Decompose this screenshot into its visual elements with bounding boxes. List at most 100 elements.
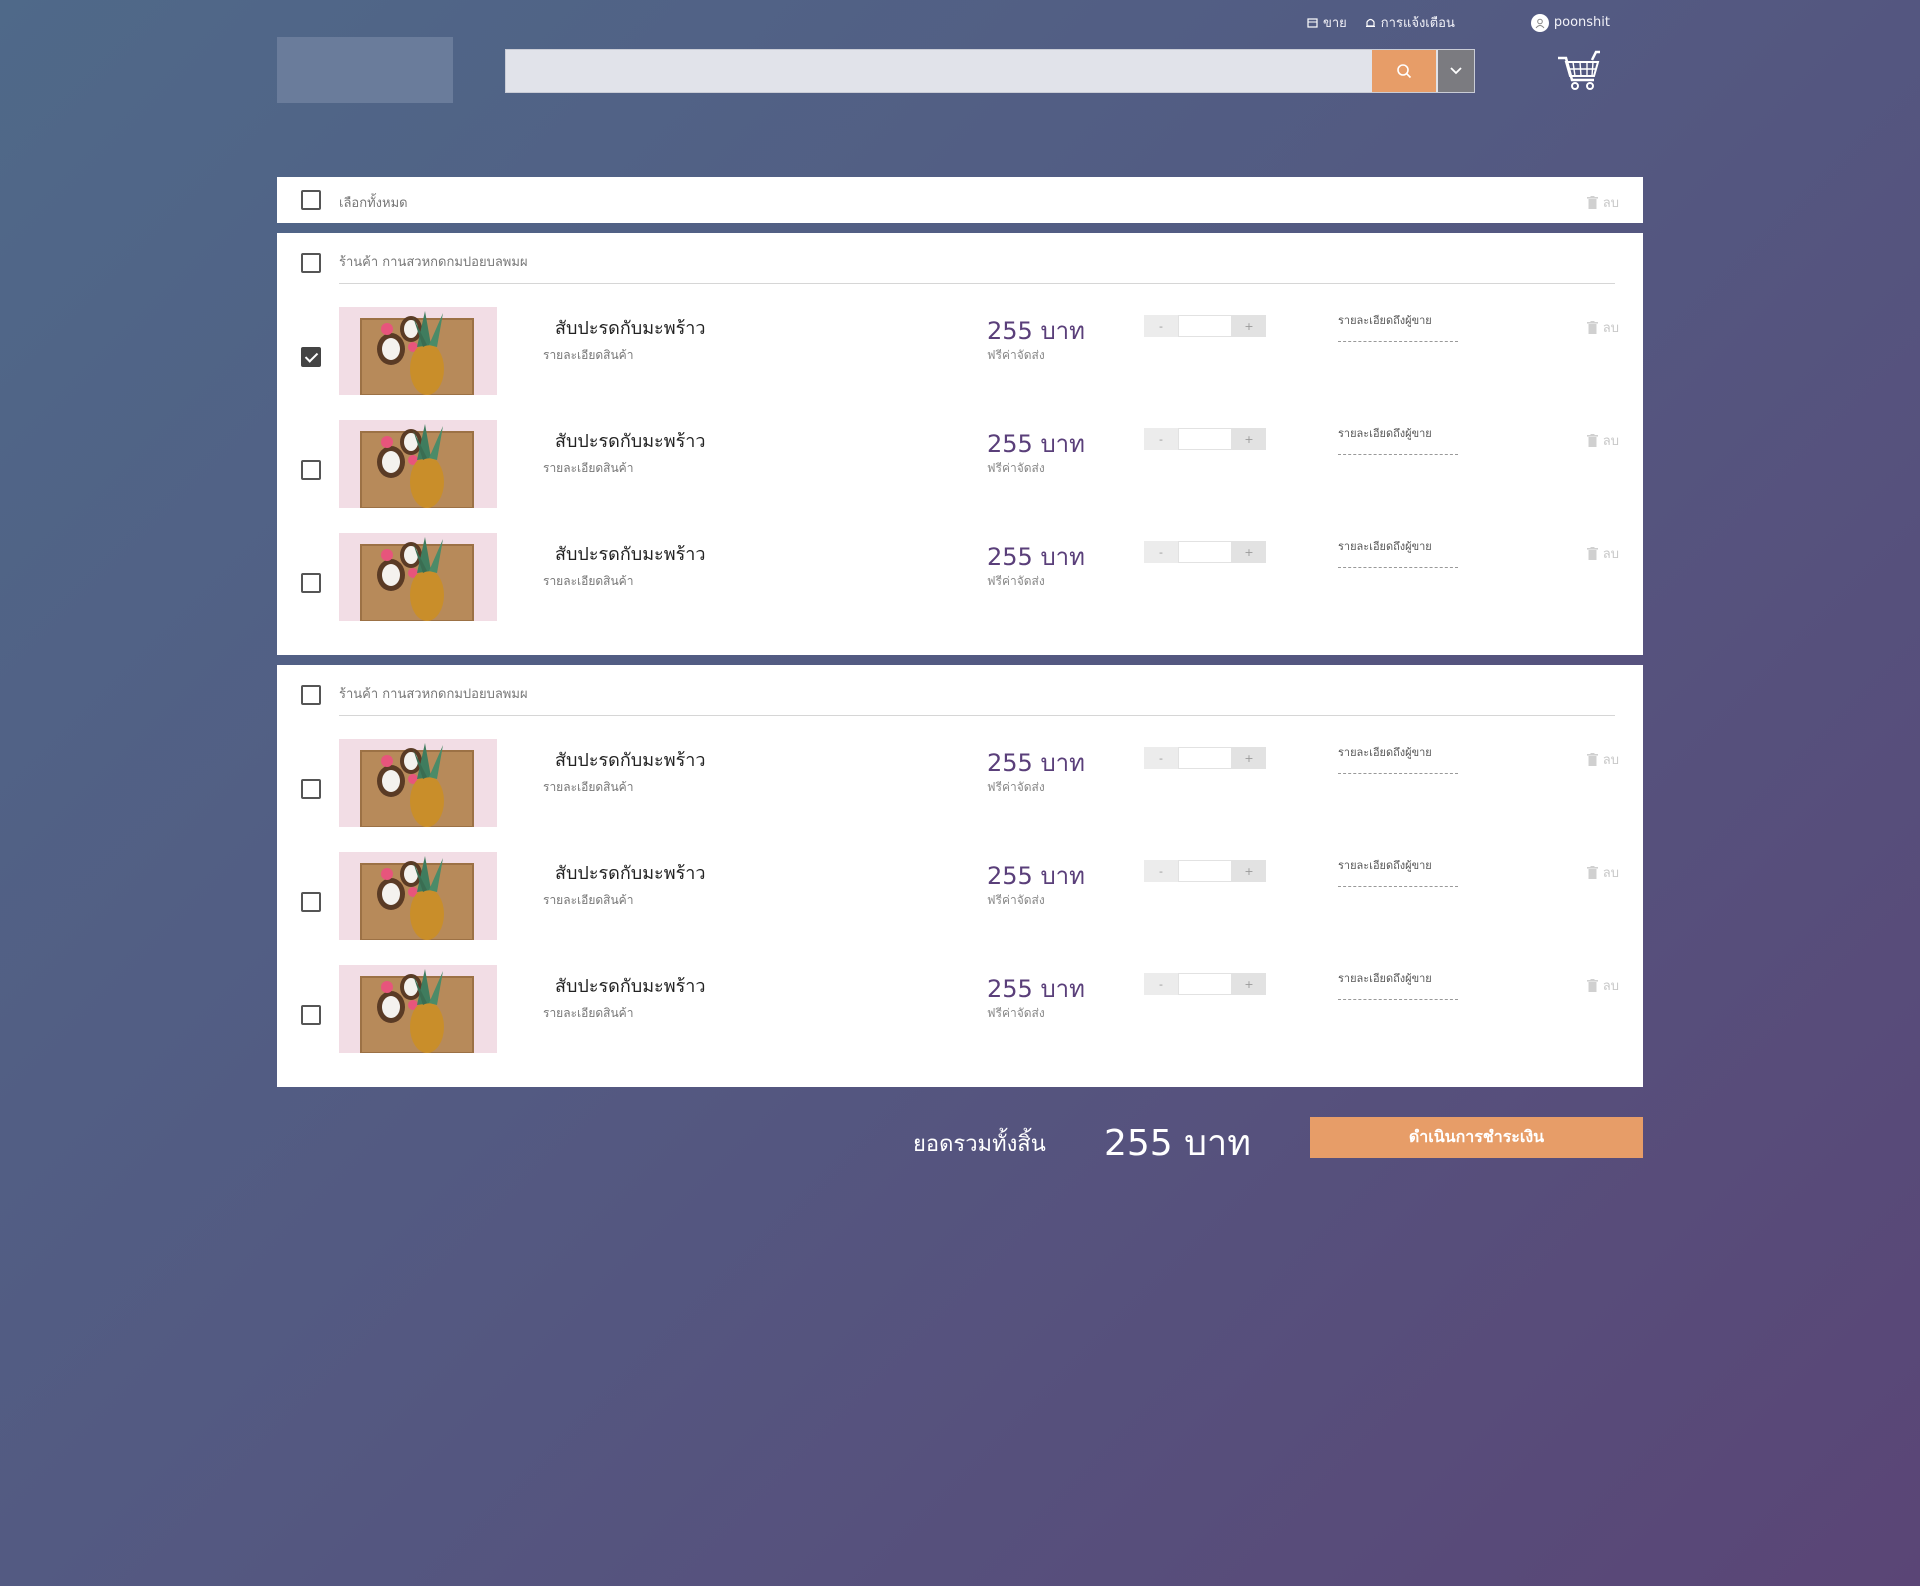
product-description: รายละเอียดสินค้า [543, 348, 634, 362]
item-checkbox[interactable] [301, 892, 321, 912]
shop-header: ร้านค้า กานสวหกดกมปอยบลพมผ [277, 233, 1643, 285]
seller-note-field[interactable] [1338, 567, 1458, 568]
quantity-input[interactable] [1178, 541, 1232, 563]
checkout-button[interactable]: ดำเนินการชำระเงิน [1310, 1117, 1643, 1158]
search-bar [505, 49, 1475, 93]
quantity-decrease-button[interactable]: - [1144, 428, 1178, 450]
search-input[interactable] [506, 50, 1372, 92]
shipping-info: ฟรีค่าจัดส่ง [987, 1006, 1045, 1020]
product-image[interactable] [339, 533, 497, 621]
cart-button[interactable] [1556, 50, 1602, 94]
product-image[interactable] [339, 307, 497, 395]
bell-icon [1365, 18, 1375, 27]
trash-icon [1586, 979, 1598, 992]
shop-checkbox[interactable] [301, 253, 321, 273]
trash-icon [1586, 434, 1598, 447]
quantity-input[interactable] [1178, 973, 1232, 995]
quantity-stepper: - + [1144, 428, 1266, 450]
seller-note-field[interactable] [1338, 999, 1458, 1000]
cart-item: สับปะรดกับมะพร้าว รายละเอียดสินค้า 255 บ… [277, 533, 1643, 623]
select-all-bar: เลือกทั้งหมด ลบ [277, 177, 1643, 223]
product-name[interactable]: สับปะรดกับมะพร้าว [555, 539, 705, 568]
quantity-stepper: - + [1144, 747, 1266, 769]
product-name[interactable]: สับปะรดกับมะพร้าว [555, 313, 705, 342]
shop-name: ร้านค้า กานสวหกดกมปอยบลพมผ [339, 255, 528, 270]
seller-note-label: รายละเอียดถึงผู้ขาย [1338, 746, 1432, 759]
quantity-decrease-button[interactable]: - [1144, 860, 1178, 882]
product-description: รายละเอียดสินค้า [543, 780, 634, 794]
product-name[interactable]: สับปะรดกับมะพร้าว [555, 971, 705, 1000]
quantity-increase-button[interactable]: + [1232, 541, 1266, 563]
quantity-decrease-button[interactable]: - [1144, 315, 1178, 337]
quantity-input[interactable] [1178, 315, 1232, 337]
cart-item: สับปะรดกับมะพร้าว รายละเอียดสินค้า 255 บ… [277, 852, 1643, 942]
product-image[interactable] [339, 739, 497, 827]
user-icon [1530, 13, 1549, 32]
quantity-input[interactable] [1178, 860, 1232, 882]
divider [339, 715, 1615, 716]
shop-checkbox[interactable] [301, 685, 321, 705]
user-menu[interactable]: poonshit [1530, 13, 1610, 32]
item-checkbox[interactable] [301, 347, 321, 367]
seller-note-label: รายละเอียดถึงผู้ขาย [1338, 540, 1432, 553]
notification-link[interactable]: การแจ้งเตือน [1365, 12, 1455, 33]
trash-icon [1586, 547, 1598, 560]
trash-icon [1586, 196, 1598, 209]
quantity-increase-button[interactable]: + [1232, 860, 1266, 882]
delete-all-button[interactable]: ลบ [1586, 192, 1619, 213]
quantity-decrease-button[interactable]: - [1144, 747, 1178, 769]
sell-link[interactable]: ขาย [1307, 12, 1347, 33]
cart-item: สับปะรดกับมะพร้าว รายละเอียดสินค้า 255 บ… [277, 307, 1643, 397]
select-all-checkbox[interactable] [301, 190, 321, 210]
quantity-increase-button[interactable]: + [1232, 973, 1266, 995]
trash-icon [1586, 321, 1598, 334]
seller-note-field[interactable] [1338, 886, 1458, 887]
quantity-input[interactable] [1178, 747, 1232, 769]
delete-item-button[interactable]: ลบ [1586, 430, 1619, 451]
quantity-increase-button[interactable]: + [1232, 315, 1266, 337]
product-name[interactable]: สับปะรดกับมะพร้าว [555, 426, 705, 455]
product-name[interactable]: สับปะรดกับมะพร้าว [555, 858, 705, 887]
product-name[interactable]: สับปะรดกับมะพร้าว [555, 745, 705, 774]
delete-item-button[interactable]: ลบ [1586, 975, 1619, 996]
total-value: 255 บาท [1104, 1123, 1251, 1164]
search-dropdown-button[interactable] [1436, 50, 1474, 92]
delete-item-button[interactable]: ลบ [1586, 862, 1619, 883]
product-price: 255 บาท [987, 543, 1085, 571]
quantity-decrease-button[interactable]: - [1144, 541, 1178, 563]
item-checkbox[interactable] [301, 779, 321, 799]
quantity-decrease-button[interactable]: - [1144, 973, 1178, 995]
seller-note-field[interactable] [1338, 454, 1458, 455]
product-image[interactable] [339, 420, 497, 508]
delete-item-button[interactable]: ลบ [1586, 317, 1619, 338]
logo-placeholder[interactable] [277, 37, 453, 103]
quantity-stepper: - + [1144, 860, 1266, 882]
product-description: รายละเอียดสินค้า [543, 461, 634, 475]
shop-header: ร้านค้า กานสวหกดกมปอยบลพมผ [277, 665, 1643, 717]
delete-item-button[interactable]: ลบ [1586, 543, 1619, 564]
seller-note-field[interactable] [1338, 773, 1458, 774]
product-image[interactable] [339, 965, 497, 1053]
seller-note-label: รายละเอียดถึงผู้ขาย [1338, 314, 1432, 327]
total-label: ยอดรวมทั้งสิ้น [913, 1132, 1046, 1157]
quantity-stepper: - + [1144, 541, 1266, 563]
quantity-input[interactable] [1178, 428, 1232, 450]
item-checkbox[interactable] [301, 1005, 321, 1025]
product-description: รายละเอียดสินค้า [543, 893, 634, 907]
product-image[interactable] [339, 852, 497, 940]
cart-item: สับปะรดกับมะพร้าว รายละเอียดสินค้า 255 บ… [277, 420, 1643, 510]
quantity-increase-button[interactable]: + [1232, 747, 1266, 769]
trash-icon [1586, 866, 1598, 879]
item-checkbox[interactable] [301, 460, 321, 480]
seller-note-field[interactable] [1338, 341, 1458, 342]
delete-label: ลบ [1602, 866, 1619, 881]
shipping-info: ฟรีค่าจัดส่ง [987, 348, 1045, 362]
delete-label: ลบ [1602, 547, 1619, 562]
seller-note-label: รายละเอียดถึงผู้ขาย [1338, 972, 1432, 985]
seller-note-label: รายละเอียดถึงผู้ขาย [1338, 859, 1432, 872]
item-checkbox[interactable] [301, 573, 321, 593]
quantity-increase-button[interactable]: + [1232, 428, 1266, 450]
delete-item-button[interactable]: ลบ [1586, 749, 1619, 770]
search-button[interactable] [1372, 50, 1436, 92]
cart-item: สับปะรดกับมะพร้าว รายละเอียดสินค้า 255 บ… [277, 739, 1643, 829]
